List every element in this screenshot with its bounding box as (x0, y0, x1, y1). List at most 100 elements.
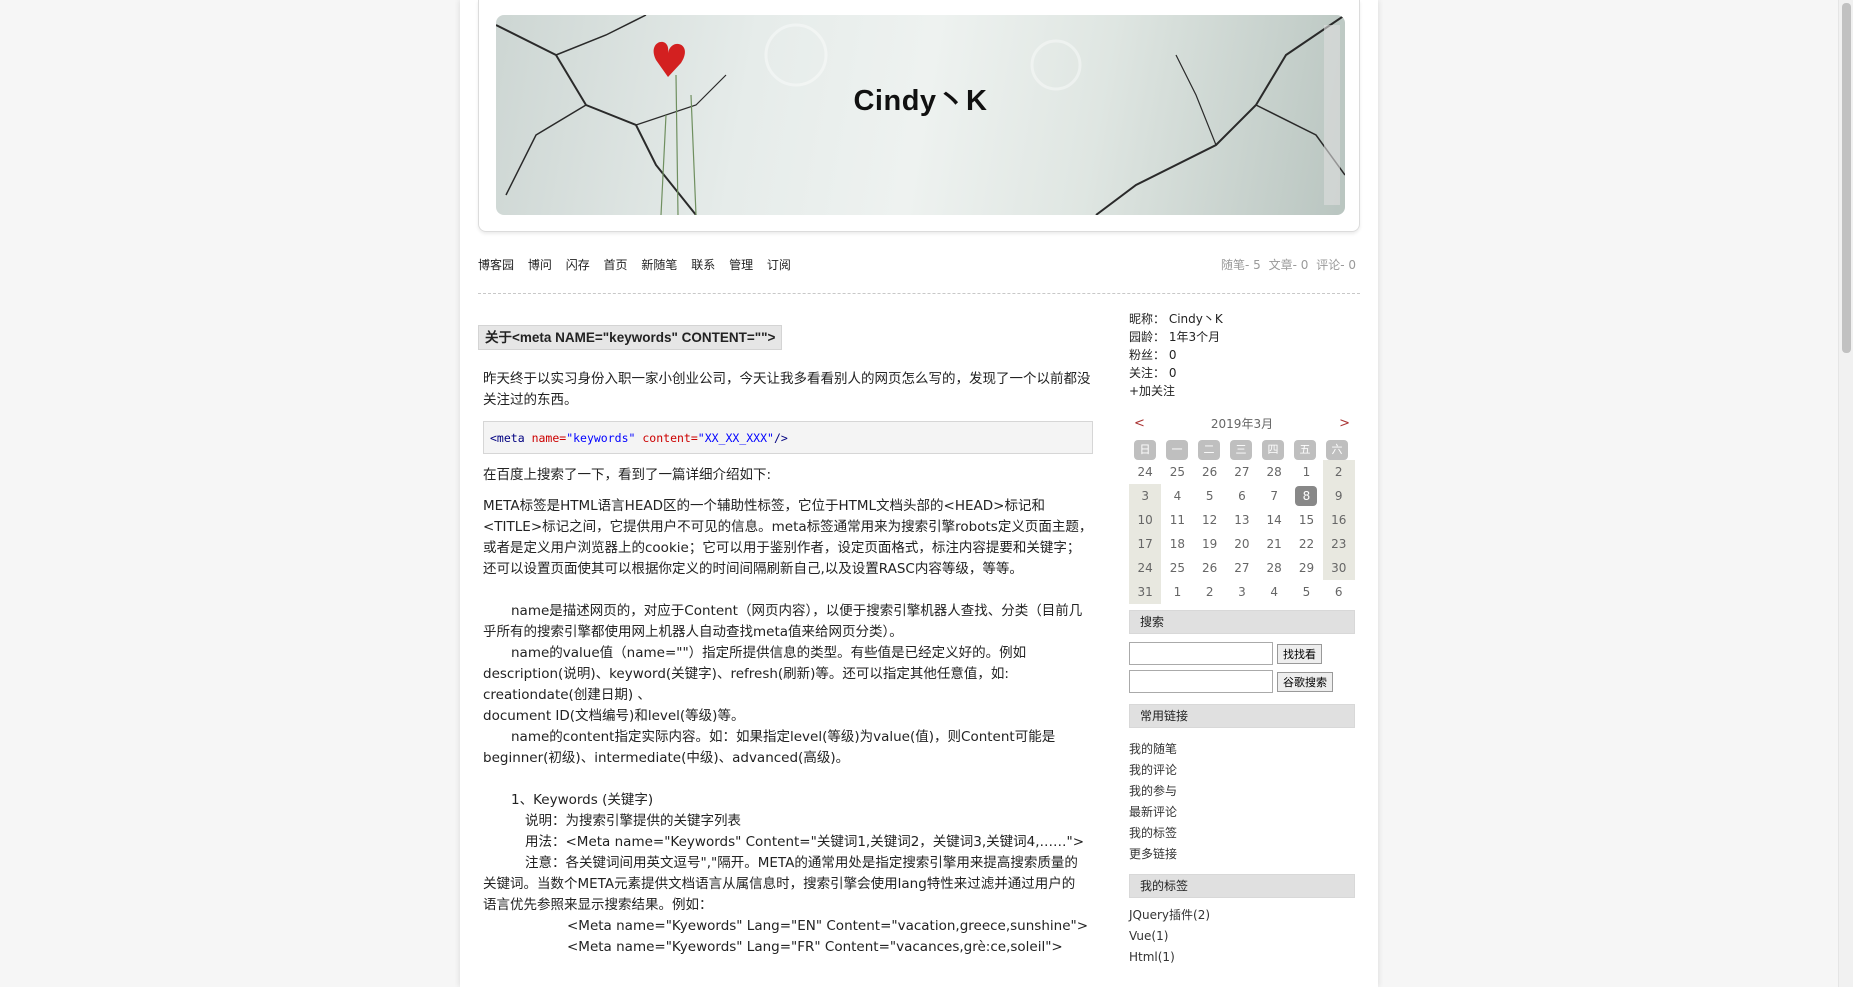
calendar-weekday: 五 (1294, 440, 1316, 460)
text-line: 注意：各关键词间用英文逗号","隔开。META的通常用处是指定搜索引擎用来提高搜… (525, 855, 1078, 871)
google-search-button[interactable]: 谷歌搜索 (1277, 671, 1333, 692)
calendar-weekday: 一 (1166, 440, 1188, 460)
profile-follow[interactable]: 关注： 0 (1129, 364, 1355, 382)
nav-home[interactable]: 首页 (604, 258, 628, 272)
main-nav: 博客园 博问 闪存 首页 新随笔 联系 管理 订阅 (478, 256, 801, 273)
calendar-body: 24 25 26 27 28 1 2 3 4 5 6 7 8 9 10 11 12 13 14 15 16 17 18 19 2… (1129, 460, 1355, 604)
calendar-day[interactable]: 5 (1194, 484, 1226, 508)
calendar-day[interactable]: 12 (1194, 508, 1226, 532)
calendar-day[interactable]: 7 (1258, 484, 1290, 508)
calendar-weekday: 日 (1134, 440, 1156, 460)
text-line: beginner(初级)、intermediate(中级)、advanced(高… (483, 750, 850, 766)
link-my-participation[interactable]: 我的参与 (1129, 781, 1355, 802)
calendar-day[interactable]: 30 (1322, 556, 1355, 580)
calendar-day[interactable]: 1 (1290, 460, 1322, 484)
calendar-day[interactable]: 28 (1258, 460, 1290, 484)
calendar-day[interactable]: 27 (1226, 460, 1258, 484)
scrollbar-thumb[interactable] (1842, 3, 1851, 353)
calendar-day[interactable]: 6 (1226, 484, 1258, 508)
profile-age: 园龄： 1年3个月 (1129, 330, 1221, 344)
nav-cnblogs[interactable]: 博客园 (478, 258, 514, 272)
tag-item[interactable]: Html(1) (1129, 947, 1355, 968)
calendar-day[interactable]: 4 (1161, 484, 1193, 508)
calendar-day[interactable]: 24 (1129, 460, 1161, 484)
add-follow-link[interactable]: +加关注 (1129, 382, 1355, 400)
calendar-day[interactable]: 20 (1226, 532, 1258, 556)
nav-contact[interactable]: 联系 (691, 258, 715, 272)
page-scrollbar[interactable] (1838, 0, 1853, 987)
calendar-day[interactable]: 23 (1322, 532, 1355, 556)
meta-desc-line: 或者是定义用户浏览器上的cookie；它可以用于鉴别作者，设定页面格式，标注内容… (483, 540, 1081, 556)
calendar-day[interactable]: 22 (1290, 532, 1322, 556)
text-line: 说明：为搜索引擎提供的关键字列表 (525, 813, 741, 829)
text-line: name的value值（name=""）指定所提供信息的类型。有些值是已经定义好… (511, 645, 1027, 661)
nav-admin[interactable]: 管理 (729, 258, 753, 272)
post-title[interactable]: 关于<meta NAME="keywords" CONTENT=""> (478, 325, 783, 350)
calendar-day[interactable]: 28 (1258, 556, 1290, 580)
post-body: 关于<meta NAME="keywords" CONTENT=""> 昨天终于… (478, 325, 1098, 958)
calendar-day[interactable]: 4 (1258, 580, 1290, 604)
calendar-weekday: 二 (1198, 440, 1220, 460)
calendar-day[interactable]: 3 (1129, 484, 1162, 508)
blog-title[interactable]: Cindy丶K (496, 77, 1345, 119)
calendar-day[interactable]: 21 (1258, 532, 1290, 556)
text-line: 语言优先参照来显示搜索结果。例如： (483, 897, 713, 913)
google-search-input[interactable] (1129, 670, 1273, 693)
calendar-day[interactable]: 3 (1226, 580, 1258, 604)
link-my-tags[interactable]: 我的标签 (1129, 823, 1355, 844)
page-container: Cindy丶K 博客园 博问 闪存 首页 新随笔 联系 管理 订阅 随笔- 5 … (460, 0, 1378, 987)
calendar-day[interactable]: 15 (1290, 508, 1322, 532)
nav-new-post[interactable]: 新随笔 (641, 258, 677, 272)
profile-fans[interactable]: 粉丝： 0 (1129, 346, 1355, 364)
calendar-next-button[interactable]: > (1339, 413, 1350, 435)
calendar-day[interactable]: 27 (1226, 556, 1258, 580)
code-tag-open: <meta (490, 431, 525, 445)
profile-nickname: 昵称： Cindy丶K (1129, 312, 1223, 326)
calendar-week-row: 24 25 26 27 28 29 30 (1129, 556, 1355, 580)
link-my-comments[interactable]: 我的评论 (1129, 760, 1355, 781)
calendar-prev-button[interactable]: < (1134, 413, 1145, 435)
nav-rss[interactable]: 订阅 (767, 258, 791, 272)
calendar-day[interactable]: 1 (1161, 580, 1193, 604)
calendar-day[interactable]: 5 (1290, 580, 1322, 604)
calendar-day[interactable]: 9 (1322, 484, 1355, 508)
blog-search-input[interactable] (1129, 642, 1273, 665)
calendar-day[interactable]: 10 (1129, 508, 1162, 532)
tag-item[interactable]: Vue(1) (1129, 926, 1355, 947)
calendar-day[interactable]: 19 (1194, 532, 1226, 556)
link-latest-comments[interactable]: 最新评论 (1129, 802, 1355, 823)
nav-ask[interactable]: 博问 (528, 258, 552, 272)
blog-search-button[interactable]: 找找看 (1277, 643, 1322, 664)
calendar-day[interactable]: 17 (1129, 532, 1162, 556)
links-section-title: 常用链接 (1129, 704, 1355, 728)
calendar-day[interactable]: 6 (1323, 580, 1355, 604)
calendar-day[interactable]: 8 (1290, 484, 1322, 508)
keywords-section: 1、Keywords (关键字) 说明：为搜索引擎提供的关键字列表 用法：<Me… (478, 790, 1098, 958)
calendar-day[interactable]: 24 (1129, 556, 1162, 580)
calendar-day[interactable]: 2 (1322, 460, 1355, 484)
nav-ing[interactable]: 闪存 (566, 258, 590, 272)
calendar-day[interactable]: 29 (1290, 556, 1322, 580)
calendar-day[interactable]: 16 (1322, 508, 1355, 532)
calendar-day[interactable]: 25 (1161, 556, 1193, 580)
calendar-day[interactable]: 14 (1258, 508, 1290, 532)
search-section-title: 搜索 (1129, 610, 1355, 634)
calendar-day[interactable]: 13 (1226, 508, 1258, 532)
calendar-day[interactable]: 26 (1194, 556, 1226, 580)
calendar-week-row: 31 1 2 3 4 5 6 (1129, 580, 1355, 604)
link-my-posts[interactable]: 我的随笔 (1129, 739, 1355, 760)
stat-comments: 评论- 0 (1316, 258, 1356, 272)
sidebar: 昵称： Cindy丶K 园龄： 1年3个月 粉丝： 0 关注： 0 +加关注 <… (1129, 310, 1355, 968)
code-block: <meta name="keywords" content="XX_XX_XXX… (483, 421, 1093, 454)
calendar-day[interactable]: 2 (1194, 580, 1226, 604)
meta-desc-line: <TITLE>标记之间，它提供用户不可见的信息。meta标签通常用来为搜索引擎r… (483, 519, 1093, 535)
code-tag-close: /> (773, 431, 788, 445)
meta-desc-line: 还可以设置页面使其可以根据你定义的时间间隔刷新自己,以及设置RASC内容等级，等… (483, 561, 1023, 577)
calendar-day[interactable]: 18 (1161, 532, 1193, 556)
calendar-day[interactable]: 11 (1161, 508, 1193, 532)
calendar-day[interactable]: 26 (1194, 460, 1226, 484)
link-more[interactable]: 更多链接 (1129, 844, 1355, 865)
calendar-day[interactable]: 31 (1129, 580, 1162, 604)
tag-item[interactable]: JQuery插件(2) (1129, 905, 1355, 926)
calendar-day[interactable]: 25 (1161, 460, 1193, 484)
